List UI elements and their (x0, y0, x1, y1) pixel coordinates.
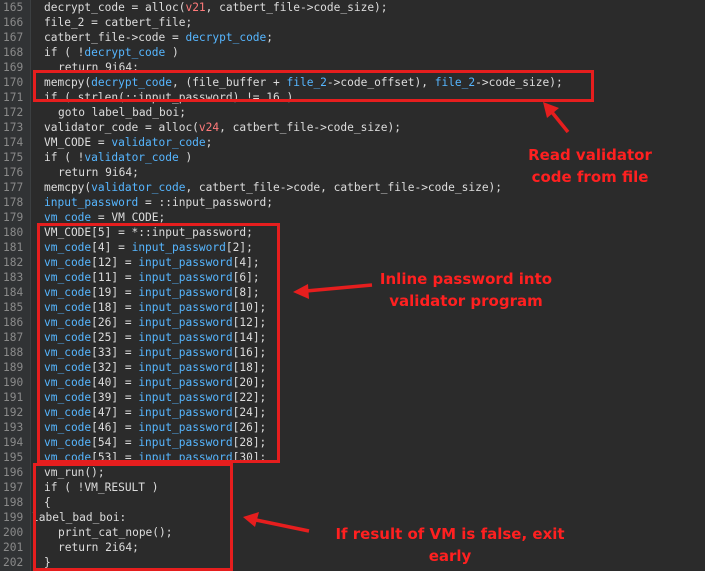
line-code: file_2 = catbert_file; (44, 15, 192, 30)
annotation-vm-false: If result of VM is false, exit early (335, 525, 565, 565)
highlight-box-vm-result (33, 463, 233, 571)
line-number: 165 (3, 1, 24, 14)
line-number: 192 (3, 406, 24, 419)
code-token: input_password (44, 196, 139, 209)
line-number: 191 (3, 391, 24, 404)
line-number: 178 (3, 196, 24, 209)
code-line[interactable]: 173 validator_code = alloc(v24, catbert_f… (0, 120, 705, 135)
line-number: 177 (3, 181, 24, 194)
line-code: return 9i64; (58, 165, 139, 180)
line-number: 201 (3, 541, 24, 554)
code-token: file_2 = catbert_file; (44, 16, 193, 29)
line-code: if ( !validator_code ) (44, 150, 192, 165)
line-number: 188 (3, 346, 24, 359)
code-token: ; (205, 136, 213, 149)
line-number: 187 (3, 331, 24, 344)
code-line[interactable]: 167 catbert_file->code = decrypt_code; (0, 30, 705, 45)
code-token: VM_CODE = (44, 136, 112, 149)
code-token: return 9i64; (58, 166, 139, 179)
line-number: 175 (3, 151, 24, 164)
line-code: VM_CODE = validator_code; (44, 135, 212, 150)
line-code: goto label_bad_boi; (58, 105, 186, 120)
line-number: 199 (3, 511, 24, 524)
line-number: 171 (3, 91, 24, 104)
line-number: 169 (3, 61, 24, 74)
code-token: catbert_file->code = (44, 31, 186, 44)
code-line[interactable]: 168 if ( !decrypt_code ) (0, 45, 705, 60)
code-token: v21 (185, 1, 206, 14)
line-number: 180 (3, 226, 24, 239)
code-token: decrypt_code (84, 46, 166, 59)
code-token: decrypt_code = alloc( (44, 1, 186, 14)
code-token: , catbert_file->code_size); (219, 121, 401, 134)
line-code: memcpy(validator_code, catbert_file->cod… (44, 180, 502, 195)
code-token: , catbert_file->code, catbert_file->code… (185, 181, 503, 194)
code-token: = ::input_password; (138, 196, 274, 209)
highlight-box-inline-password (37, 223, 280, 463)
line-number: 193 (3, 421, 24, 434)
code-editor[interactable]: 165 decrypt_code = alloc(v21, catbert_fil… (0, 0, 705, 571)
line-number: 185 (3, 301, 24, 314)
line-code: catbert_file->code = decrypt_code; (44, 30, 273, 45)
code-token: if ( ! (44, 151, 85, 164)
code-token: validator_code (84, 151, 179, 164)
line-number: 194 (3, 436, 24, 449)
line-number: 200 (3, 526, 24, 539)
annotation-read-validator: Read validator code from file (528, 146, 652, 186)
line-number: 170 (3, 76, 24, 89)
line-number: 168 (3, 46, 24, 59)
code-line[interactable]: 178 input_password = ::input_password; (0, 195, 705, 210)
code-token: ) (165, 46, 179, 59)
line-number: 172 (3, 106, 24, 119)
highlight-box-memcpy-decrypt (33, 70, 594, 102)
line-number: 183 (3, 271, 24, 284)
code-token: , catbert_file->code_size); (205, 1, 388, 14)
line-code: decrypt_code = alloc(v21, catbert_file->… (44, 0, 388, 15)
line-number: 179 (3, 211, 24, 224)
line-number: 173 (3, 121, 24, 134)
code-token: validator_code (111, 136, 206, 149)
code-token: validator_code = alloc( (44, 121, 199, 134)
code-token: if ( ! (44, 46, 85, 59)
line-number: 174 (3, 136, 24, 149)
code-token: decrypt_code (185, 31, 267, 44)
line-number: 197 (3, 481, 24, 494)
line-number: 182 (3, 256, 24, 269)
line-number: 184 (3, 286, 24, 299)
code-token: ) (178, 151, 193, 164)
line-code: if ( !decrypt_code ) (44, 45, 179, 60)
line-number: 195 (3, 451, 24, 464)
code-line[interactable]: 165 decrypt_code = alloc(v21, catbert_fil… (0, 0, 705, 15)
line-number: 198 (3, 496, 24, 509)
code-line[interactable]: 172 goto label_bad_boi; (0, 105, 705, 120)
line-number: 189 (3, 361, 24, 374)
line-number: 167 (3, 31, 24, 44)
code-token: goto label_bad_boi; (58, 106, 186, 119)
code-token: validator_code (91, 181, 186, 194)
line-code: input_password = ::input_password; (44, 195, 273, 210)
line-code: validator_code = alloc(v24, catbert_file… (44, 120, 401, 135)
line-number: 186 (3, 316, 24, 329)
line-number: 176 (3, 166, 24, 179)
code-line[interactable]: 166 file_2 = catbert_file; (0, 15, 705, 30)
line-number: 181 (3, 241, 24, 254)
line-number: 196 (3, 466, 24, 479)
line-number: 202 (3, 556, 24, 569)
code-token: memcpy( (44, 181, 92, 194)
code-token: ; (266, 31, 274, 44)
line-number: 190 (3, 376, 24, 389)
code-token: v24 (198, 121, 220, 134)
annotation-inline-password: Inline password into validator program (379, 270, 553, 310)
line-number: 166 (3, 16, 24, 29)
